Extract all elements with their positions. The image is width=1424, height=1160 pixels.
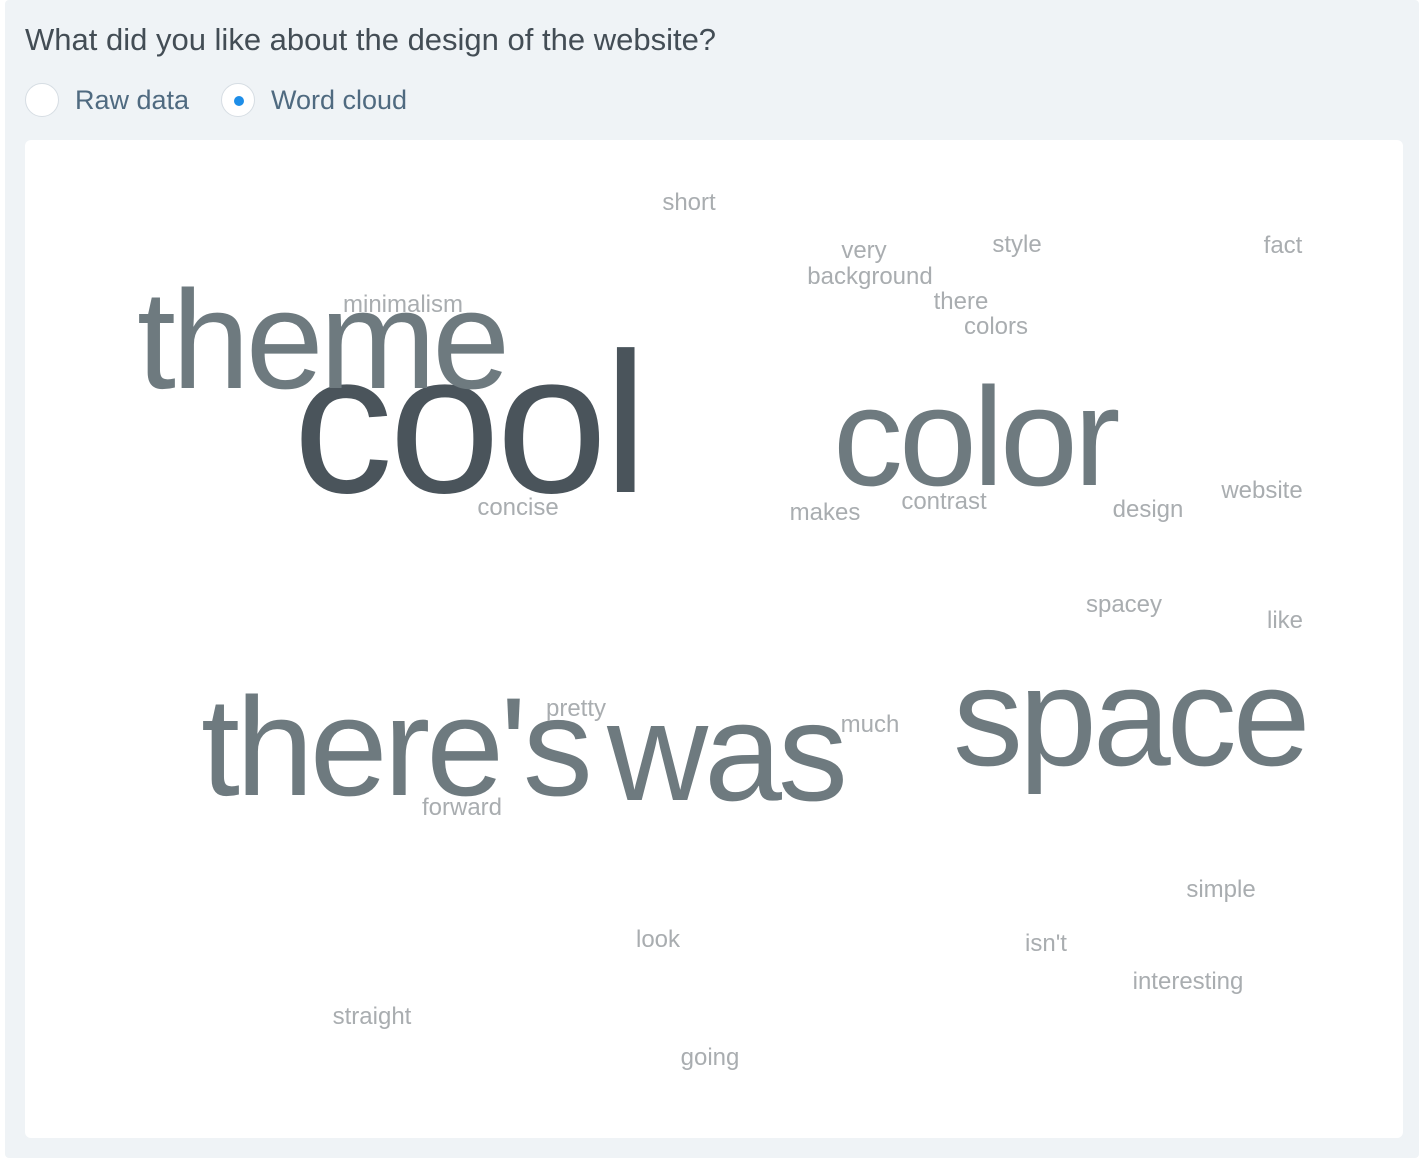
word-cloud-radio-circle[interactable] <box>221 83 255 117</box>
cloud-word-website: website <box>1220 477 1302 504</box>
raw-data-radio-circle[interactable] <box>25 83 59 117</box>
cloud-word-short: short <box>662 189 716 216</box>
word-cloud-label[interactable]: Word cloud <box>271 85 407 116</box>
cloud-word-very: very <box>841 237 886 264</box>
cloud-word-much: much <box>841 711 900 738</box>
radio-selected-dot <box>234 96 244 106</box>
cloud-word-makes: makes <box>790 499 861 526</box>
cloud-word-concise: concise <box>477 494 558 521</box>
cloud-word-there-s: there's <box>201 668 589 825</box>
cloud-word-fact: fact <box>1264 232 1303 259</box>
cloud-word-contrast: contrast <box>901 488 987 515</box>
word-cloud-radio[interactable]: Word cloud <box>221 82 421 122</box>
question-title: What did you like about the design of th… <box>25 22 717 57</box>
word-cloud: coolthemecolorthere's was spaceshortvery st… <box>137 189 1311 1071</box>
cloud-word-forward: forward <box>422 794 502 821</box>
cloud-word-look: look <box>636 926 681 953</box>
cloud-word-there: there <box>934 288 989 315</box>
word-cloud-card: cool theme color there's was space short very st… <box>25 140 1403 1138</box>
cloud-word-going: going <box>681 1044 740 1071</box>
cloud-word-interesting: interesting <box>1133 968 1244 995</box>
cloud-word-background: background <box>807 263 932 290</box>
cloud-word-minimalism: minimalism <box>343 291 463 318</box>
cloud-word-simple: simple <box>1186 876 1255 903</box>
cloud-word-was: was <box>606 673 844 830</box>
cloud-word-spacey: spacey <box>1086 591 1162 618</box>
cloud-word-design: design <box>1113 496 1184 523</box>
raw-data-label[interactable]: Raw data <box>75 85 189 116</box>
cloud-word-space: space <box>953 638 1307 795</box>
cloud-word-colors: colors <box>964 313 1028 340</box>
cloud-word-style: style <box>992 231 1041 258</box>
cloud-word-like: like <box>1267 607 1303 634</box>
raw-data-radio[interactable]: Raw data <box>25 82 200 122</box>
cloud-word-pretty: pretty <box>546 695 606 722</box>
cloud-word-straight: straight <box>333 1003 412 1030</box>
question-panel: What did you like about the design of th… <box>5 0 1419 1158</box>
cloud-word-isn-t: isn't <box>1025 930 1067 957</box>
cloud-word-theme: theme <box>137 261 506 418</box>
